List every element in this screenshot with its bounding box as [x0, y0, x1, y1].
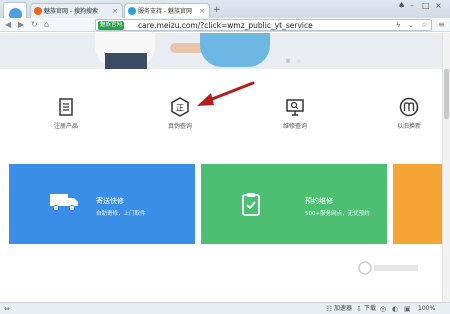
close-window-icon[interactable]: ×	[435, 1, 442, 11]
service-register-product[interactable]: 注册产品	[31, 97, 101, 130]
service-label: 维修查询	[282, 123, 307, 130]
download-icon: ⇩	[356, 305, 362, 313]
expand-icon[interactable]: ⇔	[4, 304, 10, 314]
card-title: 寄送快修	[96, 197, 124, 205]
skin-icon[interactable]: ♠	[398, 1, 405, 11]
hero-banner	[0, 33, 442, 69]
screenshot-icon[interactable]: ▣	[404, 304, 411, 314]
carousel-dot[interactable]	[286, 59, 290, 63]
sound-icon[interactable]: ◐	[392, 304, 398, 314]
refresh-icon[interactable]: ↻	[31, 20, 38, 30]
back-icon[interactable]: ◀	[5, 20, 11, 30]
status-bar: ⇔ ☷ 加速器 ⇩ 下载 ◎ ◐ ▣ 100%	[0, 302, 450, 314]
scrollbar-thumb[interactable]	[444, 69, 449, 119]
url-field[interactable]: 魅族官网 care.meizu.com/?click=wmz_public_yt…	[95, 19, 432, 31]
star-icon[interactable]: ☆	[421, 20, 427, 31]
tab-close-icon[interactable]: ×	[199, 4, 205, 19]
accelerator-button[interactable]: 加速器	[334, 304, 352, 314]
service-label: 以旧换新	[396, 123, 421, 130]
card-partial[interactable]	[393, 164, 442, 244]
vertical-scrollbar[interactable]	[442, 33, 450, 302]
forward-icon[interactable]: ▶	[18, 20, 24, 30]
settings-icon[interactable]: ◎	[380, 304, 386, 314]
tab-sogou-search[interactable]: 魅族官网 - 搜狗搜索 ×	[30, 3, 123, 18]
url-text[interactable]: care.meizu.com/?click=wmz_public_yt_serv…	[138, 20, 313, 31]
address-bar: ◀ ▶ ↻ ⌂ 魅族官网 care.meizu.com/?click=wmz_p…	[0, 18, 450, 32]
tab-service-support[interactable]: 服务支持 - 魅族官网 ×	[124, 3, 210, 18]
lightning-icon[interactable]: ϟ	[396, 20, 401, 31]
card-subtitle: 500+服务网点，无忧预约	[305, 211, 370, 217]
meizu-favicon-icon	[128, 7, 136, 15]
carousel-dot[interactable]	[297, 59, 301, 63]
meizu-m-icon	[399, 97, 419, 117]
minimize-icon[interactable]: –	[410, 1, 414, 11]
service-label: 注册产品	[53, 123, 78, 130]
tab-label: 魅族官网 - 搜狗搜索	[44, 8, 98, 15]
hero-person-left-jeans	[105, 53, 147, 69]
accelerator-icon: ☷	[326, 305, 333, 313]
document-icon	[59, 98, 73, 116]
maximize-icon[interactable]: □	[422, 1, 430, 11]
browser-window: 魅族官网 - 搜狗搜索 × 服务支持 - 魅族官网 × + ♠ – □ × ◀ …	[0, 0, 450, 314]
monitor-search-icon	[286, 99, 304, 116]
svg-text:正: 正	[176, 104, 184, 113]
card-mail-in-repair[interactable]: 寄送快修 自助寄修，上门取件	[9, 164, 195, 244]
tab-bar: 魅族官网 - 搜狗搜索 × 服务支持 - 魅族官网 × + ♠ – □ ×	[0, 0, 450, 28]
home-icon[interactable]: ⌂	[44, 20, 49, 30]
page-viewport: 注册产品 正 真伪查询 维修查询 以旧换新 寄送快修 自助寄修，上门取件 预约维…	[0, 33, 442, 302]
tab-close-icon[interactable]: ×	[112, 4, 118, 19]
service-repair-query[interactable]: 维修查询	[260, 97, 330, 130]
truck-icon	[50, 194, 78, 211]
clipboard-icon	[242, 193, 260, 216]
watermark-logo-icon	[358, 261, 420, 277]
service-label: 真伪查询	[167, 123, 192, 130]
tab-label: 服务支持 - 魅族官网	[138, 8, 192, 15]
dropdown-icon[interactable]: ⌄	[408, 20, 414, 31]
card-title: 预约维修	[305, 197, 333, 205]
zoom-level[interactable]: 100%	[418, 304, 435, 314]
hero-person-right	[200, 33, 270, 67]
service-cards: 寄送快修 自助寄修，上门取件 预约维修 500+服务网点，无忧预约	[0, 164, 442, 244]
site-badge: 魅族官网	[98, 21, 125, 30]
service-trade-in[interactable]: 以旧换新	[374, 97, 442, 130]
download-button[interactable]: 下载	[364, 304, 376, 314]
hexagon-authentic-icon: 正	[171, 97, 189, 117]
sogou-favicon-icon	[34, 7, 42, 15]
annotation-arrow-icon	[197, 81, 255, 106]
card-appointment-repair[interactable]: 预约维修 500+服务网点，无忧预约	[201, 164, 387, 244]
menu-icon[interactable]: ≡	[438, 20, 445, 30]
card-subtitle: 自助寄修，上门取件	[96, 211, 146, 217]
new-tab-button[interactable]: +	[213, 4, 221, 16]
